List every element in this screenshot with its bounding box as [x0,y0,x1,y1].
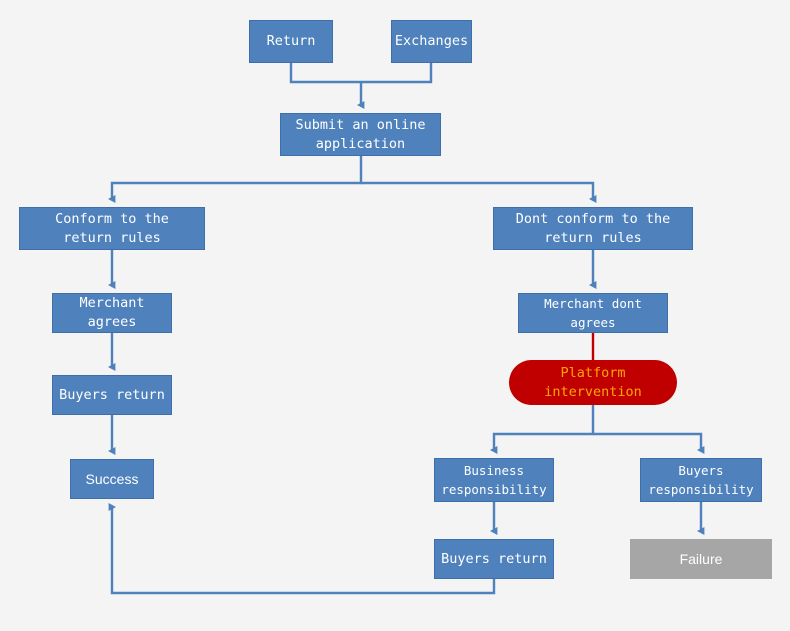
node-exchanges[interactable]: Exchanges [391,20,472,63]
node-business-responsibility[interactable]: Business responsibility [434,458,554,502]
node-success[interactable]: Success [70,459,154,499]
node-buyers-return-left[interactable]: Buyers return [52,375,172,415]
node-failure[interactable]: Failure [630,539,772,579]
edge-submit-split [107,156,597,203]
node-return[interactable]: Return [249,20,333,63]
node-merchant-agrees[interactable]: Merchant agrees [52,293,172,333]
edge-platform-split [489,405,705,454]
node-conform-rules[interactable]: Conform to the return rules [19,207,205,250]
node-dont-conform-rules[interactable]: Dont conform to the return rules [493,207,693,250]
flowchart-canvas: Return Exchanges Submit an online applic… [0,0,790,631]
edge-return-to-submit [289,63,361,84]
node-platform-intervention[interactable]: Platform intervention [509,360,677,405]
node-buyers-return-bottom[interactable]: Buyers return [434,539,554,579]
node-merchant-dont-agrees[interactable]: Merchant dont agrees [518,293,668,333]
edge-exchanges-to-submit [361,63,433,84]
node-submit-application[interactable]: Submit an online application [280,113,441,156]
node-buyers-responsibility[interactable]: Buyers responsibility [640,458,762,502]
